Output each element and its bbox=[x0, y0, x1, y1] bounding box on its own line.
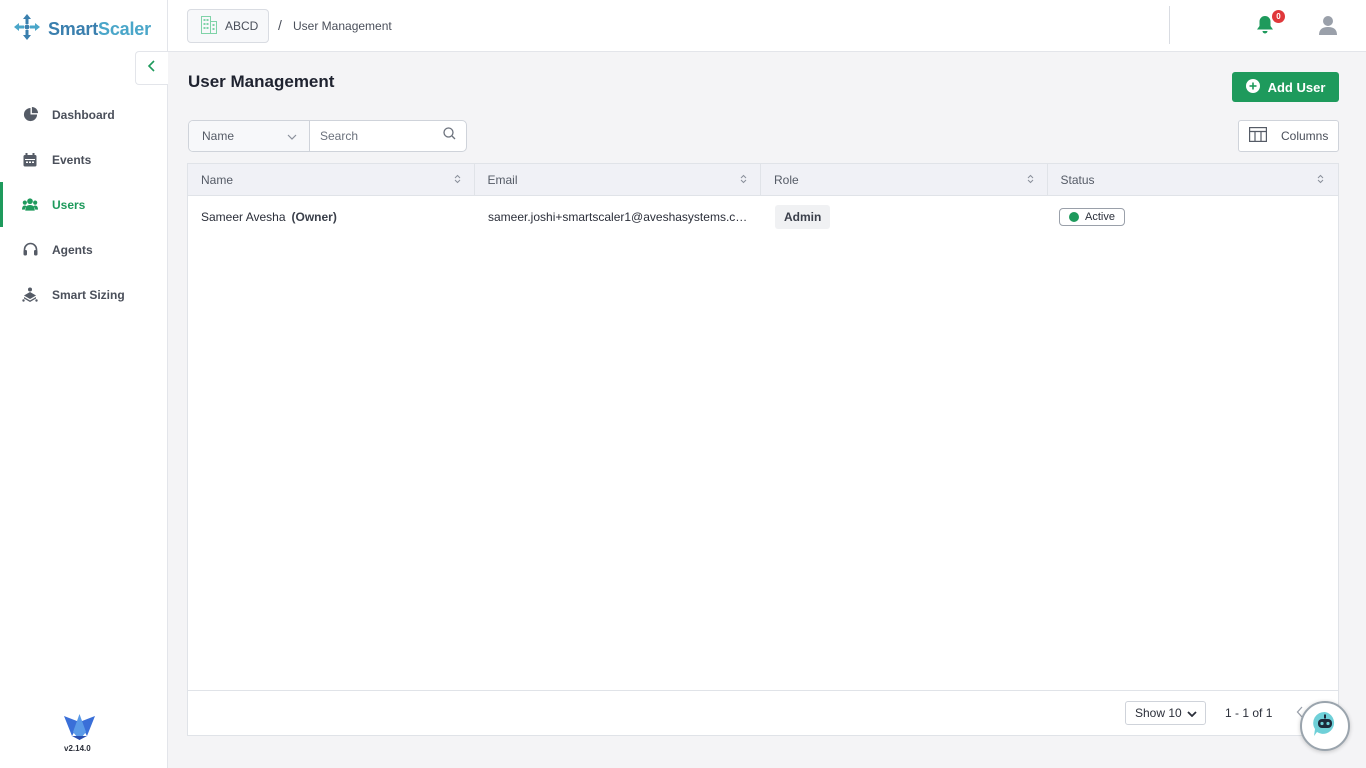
search-box bbox=[310, 121, 466, 151]
column-header-label: Status bbox=[1060, 172, 1095, 187]
table-columns-icon bbox=[1249, 127, 1267, 145]
sidebar-item-dashboard[interactable]: Dashboard bbox=[0, 92, 167, 137]
org-name: ABCD bbox=[225, 19, 259, 33]
collapse-sidebar-button[interactable] bbox=[135, 51, 168, 85]
sidebar-item-agents[interactable]: Agents bbox=[0, 227, 167, 272]
status-label: Active bbox=[1085, 211, 1115, 223]
chatbot-button[interactable] bbox=[1300, 701, 1350, 751]
status-badge: Active bbox=[1059, 208, 1125, 226]
columns-button[interactable]: Columns bbox=[1238, 120, 1339, 152]
bell-icon[interactable] bbox=[1256, 15, 1274, 39]
sort-icon bbox=[454, 173, 461, 187]
column-header-email[interactable]: Email bbox=[475, 164, 761, 195]
sidebar-item-label: Smart Sizing bbox=[52, 287, 125, 302]
page-title: User Management bbox=[188, 72, 335, 91]
page-size-value: Show 10 bbox=[1135, 706, 1182, 720]
table-row[interactable]: Sameer Avesha (Owner) sameer.joshi+smart… bbox=[188, 196, 1338, 238]
chatbot-icon bbox=[1311, 710, 1339, 743]
logo-text: SmartScaler bbox=[48, 19, 151, 39]
logo-icon bbox=[12, 12, 42, 47]
headset-icon bbox=[22, 242, 38, 258]
breadcrumb-current: User Management bbox=[293, 19, 392, 33]
sidebar: SmartScaler Dashboard Events Users Agent… bbox=[0, 0, 168, 768]
plus-circle-icon bbox=[1245, 78, 1260, 96]
sidebar-item-label: Events bbox=[52, 152, 92, 167]
sort-icon bbox=[740, 173, 747, 187]
column-header-role[interactable]: Role bbox=[761, 164, 1048, 195]
column-header-label: Email bbox=[487, 172, 518, 187]
users-icon bbox=[22, 197, 38, 213]
cell-status: Active bbox=[1049, 196, 1336, 238]
cell-role: Admin bbox=[762, 196, 1049, 238]
user-name: Sameer Avesha bbox=[201, 210, 286, 224]
add-user-button[interactable]: Add User bbox=[1232, 72, 1339, 102]
filter-field-value: Name bbox=[202, 129, 235, 143]
column-header-label: Name bbox=[201, 172, 234, 187]
sort-icon bbox=[1027, 173, 1034, 187]
column-header-status[interactable]: Status bbox=[1048, 164, 1339, 195]
breadcrumb-separator: / bbox=[278, 17, 282, 33]
search-icon[interactable] bbox=[443, 127, 456, 145]
calendar-icon bbox=[22, 152, 38, 168]
app-version: v2.14.0 bbox=[64, 744, 91, 753]
topbar-divider bbox=[1169, 6, 1170, 44]
add-user-label: Add User bbox=[1267, 79, 1326, 95]
status-dot-icon bbox=[1069, 212, 1079, 222]
table-header: Name Email Role Status bbox=[188, 164, 1338, 196]
sidebar-item-label: Users bbox=[52, 197, 86, 212]
sidebar-item-events[interactable]: Events bbox=[0, 137, 167, 182]
sidebar-item-label: Agents bbox=[52, 242, 93, 257]
column-header-name[interactable]: Name bbox=[188, 164, 475, 195]
pie-chart-icon bbox=[22, 107, 38, 123]
sidebar-item-users[interactable]: Users bbox=[0, 182, 167, 227]
search-input[interactable] bbox=[320, 129, 440, 143]
building-icon bbox=[201, 15, 217, 37]
topbar: ABCD / User Management 0 bbox=[168, 0, 1366, 52]
chevron-down-icon bbox=[1187, 706, 1197, 720]
chevron-left-icon bbox=[147, 59, 157, 77]
cell-email: sameer.joshi+smartscaler1@aveshasystems.… bbox=[488, 210, 752, 224]
sort-icon bbox=[1317, 173, 1324, 187]
pagination-range: 1 - 1 of 1 bbox=[1225, 706, 1273, 720]
users-table: Name Email Role Status Sameer Avesha (Ow… bbox=[187, 163, 1339, 736]
user-avatar-icon[interactable] bbox=[1318, 15, 1338, 40]
search-filter: Name bbox=[188, 120, 467, 152]
sidebar-nav: Dashboard Events Users Agents Smart Sizi… bbox=[0, 92, 167, 317]
sidebar-item-smart-sizing[interactable]: Smart Sizing bbox=[0, 272, 167, 317]
page-size-select[interactable]: Show 10 bbox=[1125, 701, 1206, 725]
crown-logo-icon bbox=[63, 714, 96, 747]
sidebar-item-label: Dashboard bbox=[52, 107, 115, 122]
filter-field-select[interactable]: Name bbox=[189, 121, 310, 151]
role-badge: Admin bbox=[775, 205, 831, 229]
columns-label: Columns bbox=[1281, 129, 1329, 143]
table-footer: Show 10 1 - 1 of 1 bbox=[188, 690, 1338, 735]
column-header-label: Role bbox=[774, 172, 799, 187]
chevron-down-icon bbox=[287, 129, 297, 143]
cluster-icon bbox=[22, 287, 38, 303]
app-logo[interactable]: SmartScaler bbox=[12, 12, 151, 47]
owner-tag: (Owner) bbox=[291, 210, 337, 224]
cell-name: Sameer Avesha (Owner) bbox=[188, 196, 475, 238]
org-selector[interactable]: ABCD bbox=[187, 9, 269, 43]
notification-badge: 0 bbox=[1272, 10, 1285, 23]
